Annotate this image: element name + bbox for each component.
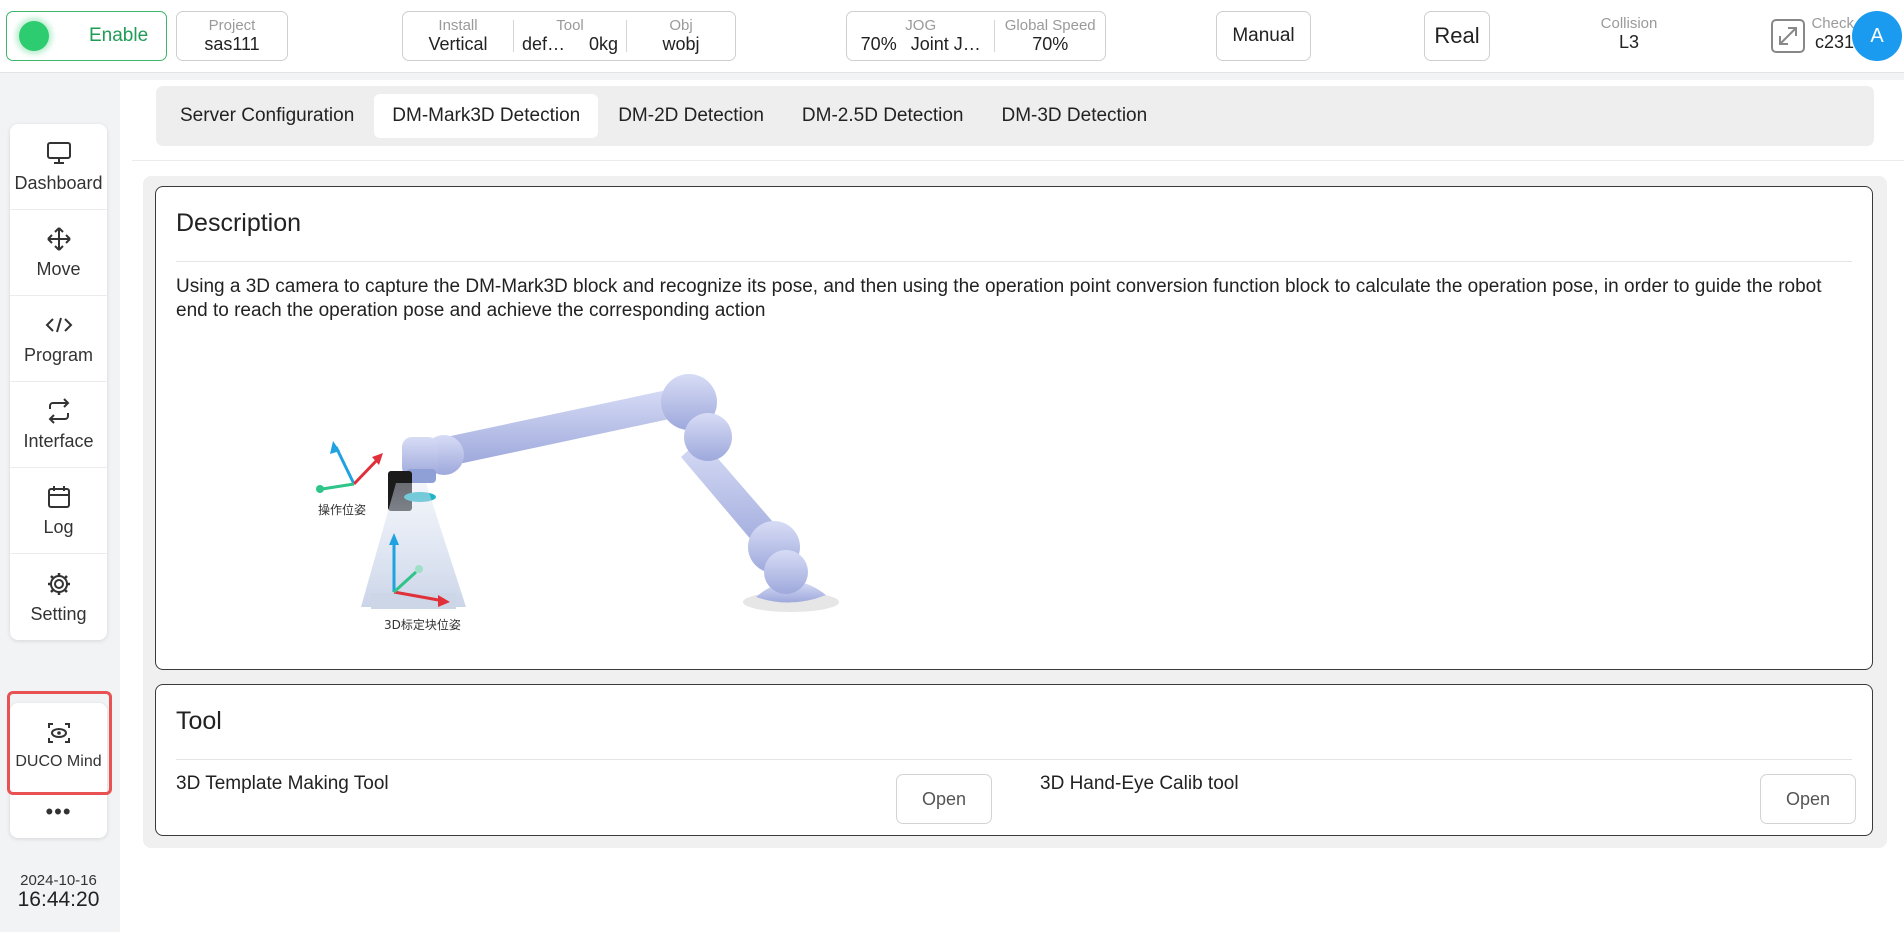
install-value: Vertical <box>428 34 488 54</box>
description-text: Using a 3D camera to capture the DM-Mark… <box>176 276 1822 321</box>
sidebar-item-label: Log <box>43 517 74 537</box>
open-template-tool-button[interactable]: Open <box>896 774 992 824</box>
real-mode-button[interactable]: Real <box>1424 11 1490 61</box>
collision-value: L3 <box>1618 32 1640 52</box>
sidebar-item-label: Move <box>36 259 81 279</box>
detection-tabs: Server Configuration DM-Mark3D Detection… <box>156 86 1874 146</box>
top-bar: Enable Project sas111 Install Vertical T… <box>0 0 1904 73</box>
jog-label: JOG <box>905 17 937 34</box>
check-status[interactable]: Check c231 <box>1806 15 1854 53</box>
description-card: Description Using a 3D camera to capture… <box>155 186 1873 670</box>
current-time: 16:44:20 <box>17 888 100 911</box>
project-value: sas111 <box>204 34 260 54</box>
calendar-icon <box>45 483 73 511</box>
global-speed-value: 70% <box>1032 34 1069 54</box>
current-date: 2024-10-16 <box>20 872 97 889</box>
collision-label: Collision <box>1600 15 1658 32</box>
collision-level[interactable]: Collision L3 <box>1580 15 1678 53</box>
jog-speed-panel[interactable]: JOG 70% Joint J… Global Speed 70% <box>846 11 1106 61</box>
sidebar-item-interface[interactable]: Interface <box>10 382 107 468</box>
tab-dm-3d-detection[interactable]: DM-3D Detection <box>983 94 1165 138</box>
divider <box>176 759 1852 760</box>
code-icon <box>45 311 73 339</box>
duco-mind-highlight <box>7 691 112 795</box>
obj-value: wobj <box>662 34 700 54</box>
obj-label: Obj <box>669 17 693 34</box>
install-label: Install <box>438 17 478 34</box>
jog-mode: Joint J… <box>910 34 981 54</box>
template-making-tool-label: 3D Template Making Tool <box>176 773 389 794</box>
enable-label: Enable <box>89 25 149 46</box>
tool-cell[interactable]: Tool def… 0kg <box>514 12 626 60</box>
check-label: Check <box>1811 15 1854 32</box>
global-speed-label: Global Speed <box>1004 17 1096 34</box>
user-avatar[interactable]: A <box>1852 11 1902 61</box>
enable-button[interactable]: Enable <box>6 11 167 61</box>
robot-arm-illustration: 操作位姿 3D标定块位姿 <box>316 357 876 637</box>
project-label: Project <box>208 17 256 34</box>
operation-pose-label: 操作位姿 <box>318 502 366 517</box>
move-arrows-icon <box>45 225 73 253</box>
sidebar-item-log[interactable]: Log <box>10 468 107 554</box>
main-panel: Server Configuration DM-Mark3D Detection… <box>120 80 1904 932</box>
description-title: Description <box>176 209 302 237</box>
tab-server-configuration[interactable]: Server Configuration <box>162 94 372 138</box>
enable-status-dot <box>19 21 49 51</box>
tool-label: Tool <box>556 17 584 34</box>
jog-cell[interactable]: JOG 70% Joint J… <box>847 12 994 60</box>
tool-title: Tool <box>176 707 222 735</box>
divider <box>132 160 1904 161</box>
tab-dm-mark3d-detection[interactable]: DM-Mark3D Detection <box>374 94 599 138</box>
sidebar-item-label: Interface <box>23 431 94 451</box>
sidebar-item-label: Program <box>23 345 94 365</box>
tool-load-value: 0kg <box>589 34 619 54</box>
global-speed-cell[interactable]: Global Speed 70% <box>995 12 1105 60</box>
jog-percent: 70% <box>860 34 897 54</box>
block-pose-label: 3D标定块位姿 <box>384 617 461 632</box>
check-value: c231 <box>1814 32 1854 52</box>
gear-icon <box>45 570 73 598</box>
sidebar-item-move[interactable]: Move <box>10 210 107 296</box>
install-cell[interactable]: Install Vertical <box>403 12 513 60</box>
swap-icon <box>45 397 73 425</box>
sidebar-item-setting[interactable]: Setting <box>10 554 107 640</box>
install-tool-obj-panel[interactable]: Install Vertical Tool def… 0kg Obj wobj <box>402 11 736 61</box>
sidebar-item-label: Setting <box>30 603 87 624</box>
tab-dm-2-5d-detection[interactable]: DM-2.5D Detection <box>784 94 982 138</box>
obj-cell[interactable]: Obj wobj <box>627 12 735 60</box>
monitor-icon <box>45 139 73 167</box>
open-hand-eye-calib-button[interactable]: Open <box>1760 774 1856 824</box>
sidebar-nav: Dashboard Move Program Interface Log Set… <box>10 124 107 640</box>
manual-mode-button[interactable]: Manual <box>1216 11 1311 61</box>
content-area: Description Using a 3D camera to capture… <box>143 176 1887 848</box>
sidebar-item-dashboard[interactable]: Dashboard <box>10 124 107 210</box>
project-selector[interactable]: Project sas111 <box>176 11 288 61</box>
tool-name-value: def… <box>521 34 565 54</box>
fullscreen-icon[interactable] <box>1770 18 1806 54</box>
tab-dm-2d-detection[interactable]: DM-2D Detection <box>600 94 782 138</box>
divider <box>176 261 1852 262</box>
tool-card: Tool 3D Template Making Tool Open 3D Han… <box>155 684 1873 836</box>
sidebar-item-label: Dashboard <box>14 173 103 193</box>
hand-eye-calib-tool-label: 3D Hand-Eye Calib tool <box>1040 773 1239 794</box>
sidebar-item-program[interactable]: Program <box>10 296 107 382</box>
